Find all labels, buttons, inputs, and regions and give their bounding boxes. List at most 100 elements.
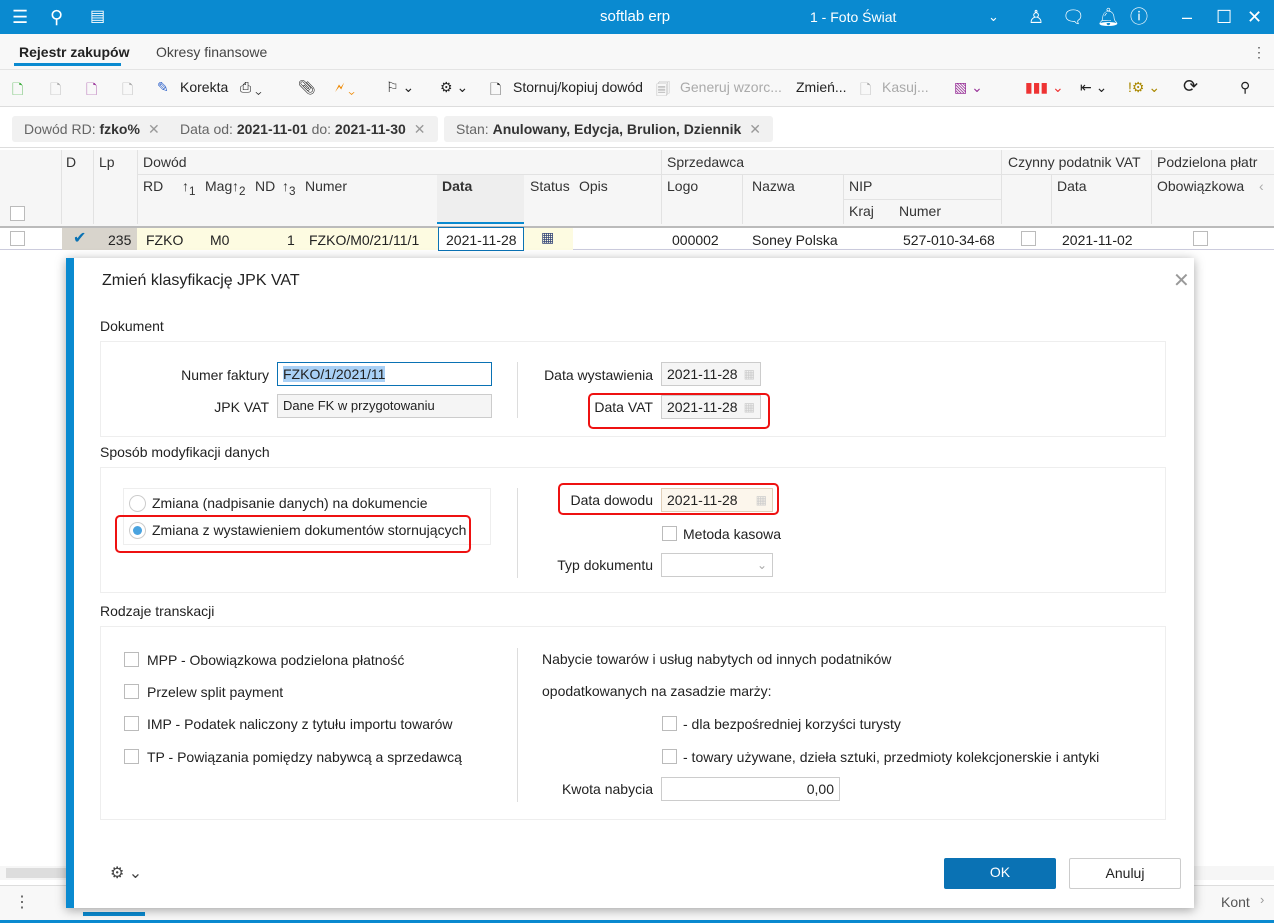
title-bar: ☰ ⚲ ▤ softlab erp 1 - Foto Świat ⌄ ♙ 🗨 🔔…	[0, 0, 1274, 34]
col-data-active[interactable]: Data	[437, 175, 524, 224]
ok-button[interactable]: OK	[944, 858, 1056, 889]
d-checkbox-checked[interactable]: ✔	[73, 228, 86, 248]
scroll-left-icon[interactable]: ‹	[1259, 178, 1264, 194]
col-rd[interactable]: RD	[143, 178, 163, 194]
chevron-right-icon[interactable]: ›	[1260, 892, 1264, 907]
attachment-icon[interactable]: 📎︎	[298, 79, 316, 96]
cancel-button[interactable]: Anuluj	[1069, 858, 1181, 889]
col-podzielona: Podzielona płatr	[1157, 154, 1258, 170]
menu-icon[interactable]: ☰	[12, 6, 28, 28]
col-kraj[interactable]: Kraj	[849, 203, 874, 219]
imp-checkbox[interactable]	[124, 716, 139, 731]
chart-icon[interactable]: ▮▮▮ ⌄	[1025, 79, 1064, 96]
korekta-button[interactable]: Korekta	[180, 79, 228, 95]
maximize-icon[interactable]: ☐	[1216, 6, 1232, 28]
chevron-down-icon[interactable]: ⌄	[988, 6, 999, 28]
radio-nadpisanie-label[interactable]: Zmiana (nadpisanie danych) na dokumencie	[152, 495, 428, 511]
edit-document-icon[interactable]: 🗋	[50, 79, 61, 103]
imp-label[interactable]: IMP - Podatek naliczony z tytułu importu…	[147, 716, 453, 732]
cell-data[interactable]: 2021-11-28	[446, 232, 517, 248]
flash-document-icon[interactable]: 🗲 ⌄	[335, 79, 355, 96]
document-settings-icon[interactable]: ⚙ ⌄	[440, 79, 468, 96]
radio-nadpisanie[interactable]	[129, 495, 146, 512]
split-payment-checkbox[interactable]	[124, 684, 139, 699]
filter-chip-dowod[interactable]: Dowód RD: fzko% ✕	[12, 116, 172, 142]
panel-icon[interactable]: ⇤ ⌄	[1080, 79, 1107, 96]
obowiazkowa-checkbox[interactable]	[1193, 231, 1208, 246]
help-icon[interactable]: ⓘ	[1130, 6, 1148, 28]
company-selector[interactable]: 1 - Foto Świat	[810, 9, 896, 25]
settings-alert-icon[interactable]: !⚙ ⌄	[1128, 79, 1160, 96]
col-czynny-data[interactable]: Data	[1057, 178, 1087, 194]
flag-icon[interactable]: ⚐ ⌄	[386, 79, 414, 96]
kasuj-button[interactable]: Kasuj...	[882, 79, 929, 95]
towary-uzywane-label[interactable]: - towary używane, dzieła sztuki, przedmi…	[683, 749, 1099, 765]
tab-rejestr-zakupow[interactable]: Rejestr zakupów	[19, 44, 129, 60]
col-nazwa[interactable]: Nazwa	[752, 178, 795, 194]
data-wystawienia-input[interactable]: 2021-11-28 ▦	[661, 362, 761, 386]
col-mag[interactable]: Mag	[205, 178, 232, 194]
col-opis[interactable]: Opis	[579, 178, 608, 194]
print-icon[interactable]: ⎙ ⌄	[240, 79, 262, 96]
user-icon[interactable]: ♙	[1028, 6, 1044, 28]
typ-dokumentu-select[interactable]: ⌄	[661, 553, 773, 577]
col-logo[interactable]: Logo	[667, 178, 698, 194]
table-row[interactable]: ✔ 235 FZKO M0 1 FZKO/M0/21/11/1 2021-11-…	[0, 226, 1274, 251]
col-nd[interactable]: ND	[255, 178, 275, 194]
stornuj-button[interactable]: Stornuj/kopiuj dowód	[513, 79, 643, 95]
jpk-vat-input[interactable]: Dane FK w przygotowaniu	[277, 394, 492, 418]
numer-faktury-input[interactable]: FZKO/1/2021/11	[277, 362, 492, 386]
remove-filter-icon[interactable]: ✕	[749, 121, 761, 137]
col-lp[interactable]: Lp	[99, 154, 115, 170]
tp-label[interactable]: TP - Powiązania pomiędzy nabywcą a sprze…	[147, 749, 462, 765]
calendar-cross-icon[interactable]: ▧ ⌄	[954, 79, 983, 96]
col-nip-numer[interactable]: Numer	[899, 203, 941, 219]
refresh-icon[interactable]: ⟳	[1183, 76, 1198, 97]
generuj-icon: 🗐	[656, 81, 670, 97]
col-d[interactable]: D	[66, 154, 76, 170]
minimize-icon[interactable]: –	[1182, 6, 1192, 28]
metoda-kasowa-checkbox[interactable]	[662, 526, 677, 541]
settings-gear-icon[interactable]: ⚙ ⌄	[110, 863, 142, 883]
turysta-label[interactable]: - dla bezpośredniej korzyści turysty	[683, 716, 901, 732]
czynny-checkbox[interactable]	[1021, 231, 1036, 246]
tp-checkbox[interactable]	[124, 749, 139, 764]
bottom-tab-kont[interactable]: Kont	[1221, 894, 1250, 910]
towary-uzywane-checkbox[interactable]	[662, 749, 677, 764]
bell-icon[interactable]: 🔔︎	[1097, 6, 1120, 28]
kwota-nabycia-input[interactable]: 0,00	[661, 777, 840, 801]
more-icon[interactable]: ⋮	[14, 892, 30, 912]
search-icon[interactable]: ⚲	[50, 6, 63, 28]
zmien-button[interactable]: Zmień...	[796, 79, 847, 95]
col-status[interactable]: Status	[530, 178, 570, 194]
news-icon[interactable]: ▤	[90, 6, 105, 28]
row-select-checkbox[interactable]	[10, 231, 25, 246]
search-filter-icon[interactable]: ⚲	[1240, 79, 1250, 96]
remove-filter-icon[interactable]: ✕	[148, 121, 160, 137]
stornuj-icon: 🗋	[490, 81, 502, 97]
status-document-icon: ▦	[541, 229, 555, 245]
info-document-icon[interactable]: 🗋	[86, 79, 97, 103]
add-document-icon[interactable]: 🗋	[12, 79, 23, 103]
tab-okresy-finansowe[interactable]: Okresy finansowe	[156, 44, 267, 60]
col-obowiazkowa[interactable]: Obowiązkowa	[1157, 178, 1244, 194]
more-icon[interactable]: ⋮	[1252, 44, 1266, 61]
remove-filter-icon[interactable]: ✕	[414, 121, 426, 137]
filter-chip-data[interactable]: Data od: 2021-11-01 do: 2021-11-30 ✕	[168, 116, 438, 142]
select-all-checkbox[interactable]	[10, 206, 25, 221]
mpp-label[interactable]: MPP - Obowiązkowa podzielona płatność	[147, 652, 404, 668]
close-icon[interactable]: ✕	[1173, 268, 1190, 293]
split-payment-label[interactable]: Przelew split payment	[147, 684, 283, 700]
highlight-box	[588, 393, 770, 429]
turysta-checkbox[interactable]	[662, 716, 677, 731]
delete-document-icon[interactable]: 🗋	[122, 79, 133, 103]
col-numer[interactable]: Numer	[305, 178, 347, 194]
generuj-button[interactable]: Generuj wzorc...	[680, 79, 782, 95]
mpp-checkbox[interactable]	[124, 652, 139, 667]
calendar-icon[interactable]: ▦	[744, 367, 755, 381]
chat-icon[interactable]: 🗨	[1062, 6, 1085, 28]
filter-chip-stan[interactable]: Stan: Anulowany, Edycja, Brulion, Dzienn…	[444, 116, 773, 142]
metoda-kasowa-label[interactable]: Metoda kasowa	[683, 526, 781, 542]
close-icon[interactable]: ✕	[1247, 6, 1262, 28]
chevron-down-icon: ⌄	[756, 558, 767, 572]
